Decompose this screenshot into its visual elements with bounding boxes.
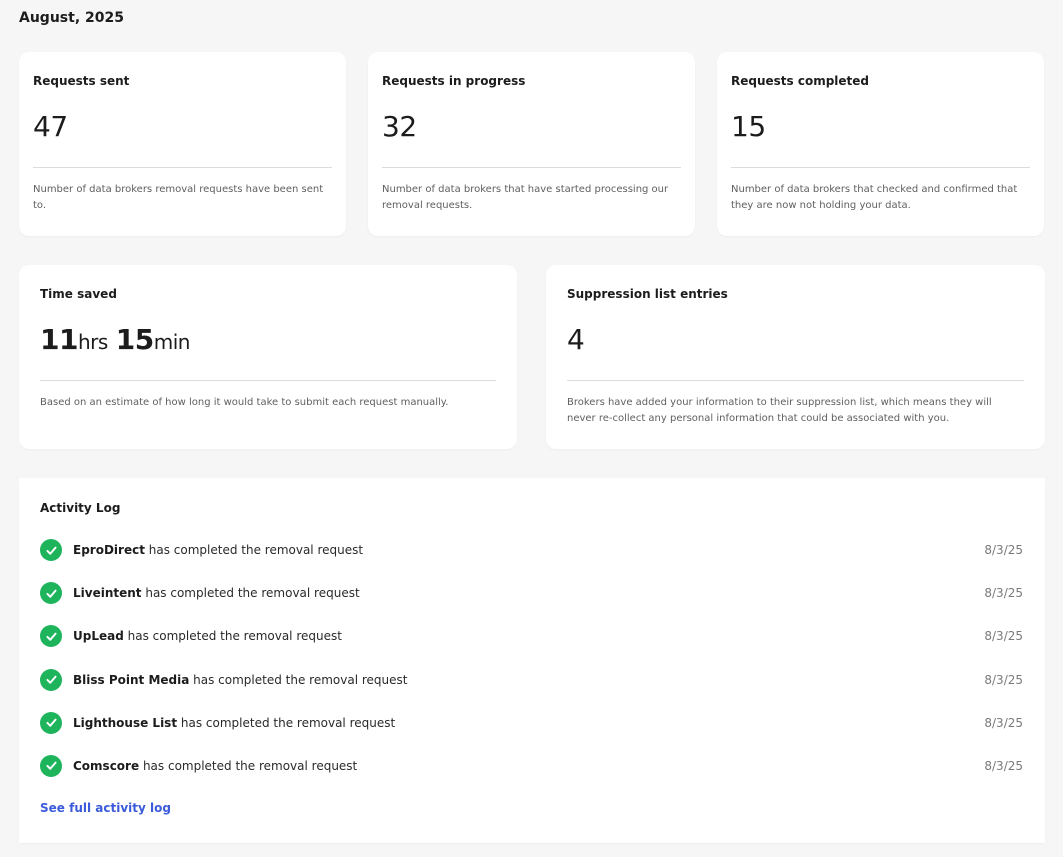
time-minutes-unit: min (153, 330, 191, 354)
activity-row: EproDirect has completed the removal req… (40, 539, 1023, 582)
activity-text: Liveintent has completed the removal req… (73, 582, 360, 604)
activity-date: 8/3/25 (984, 715, 1023, 730)
suppression-list-value: 4 (567, 323, 585, 356)
suppression-list-card: Suppression list entries 4 Brokers have … (546, 265, 1045, 449)
activity-log-card: Activity Log EproDirect has completed th… (19, 478, 1045, 843)
time-minutes: 15 (115, 323, 154, 356)
activity-list: EproDirect has completed the removal req… (40, 539, 1023, 798)
card-title: Requests completed (731, 74, 870, 88)
card-description: Based on an estimate of how long it woul… (40, 397, 449, 408)
period-title: August, 2025 (19, 10, 124, 26)
time-saved-value: 11 hrs 15 min (40, 323, 198, 356)
activity-date: 8/3/25 (984, 629, 1023, 644)
broker-name: Liveintent (73, 586, 142, 601)
check-circle-icon (40, 711, 62, 734)
card-title: Suppression list entries (567, 287, 728, 301)
check-circle-icon (40, 625, 62, 648)
activity-log-title: Activity Log (40, 501, 121, 515)
time-hours: 11 (40, 323, 78, 356)
requests-sent-card: Requests sent 47 Number of data brokers … (19, 52, 346, 236)
broker-name: UpLead (73, 629, 124, 644)
check-circle-icon (40, 539, 62, 561)
activity-row: Comscore has completed the removal reque… (40, 754, 1023, 798)
card-description: Number of data brokers removal requests … (33, 184, 324, 211)
divider (33, 167, 332, 168)
activity-message: has completed the removal request (139, 758, 358, 773)
card-title: Time saved (40, 287, 117, 301)
activity-text: Comscore has completed the removal reque… (73, 755, 357, 777)
activity-date: 8/3/25 (984, 543, 1023, 557)
broker-name: Lighthouse List (73, 715, 178, 730)
requests-completed-value: 15 (731, 110, 766, 143)
broker-name: EproDirect (73, 543, 145, 557)
activity-message: has completed the removal request (189, 672, 408, 687)
card-description: Brokers have added your information to t… (567, 397, 992, 424)
activity-row: Liveintent has completed the removal req… (40, 582, 1023, 625)
activity-text: Lighthouse List has completed the remova… (73, 712, 395, 734)
activity-text: EproDirect has completed the removal req… (73, 539, 363, 561)
see-full-activity-log-link[interactable]: See full activity log (40, 801, 171, 815)
divider (40, 380, 496, 381)
check-circle-icon (40, 582, 62, 605)
activity-row: UpLead has completed the removal request… (40, 625, 1023, 668)
check-circle-icon (40, 754, 62, 777)
divider (382, 167, 681, 168)
card-description: Number of data brokers that checked and … (731, 184, 1018, 211)
dashboard-page: August, 2025 Requests sent 47 Number of … (0, 0, 1063, 857)
check-circle-icon (40, 668, 62, 691)
activity-row: Bliss Point Media has completed the remo… (40, 668, 1023, 712)
time-hours-unit: hrs (77, 330, 108, 354)
activity-date: 8/3/25 (984, 672, 1023, 687)
requests-in-progress-card: Requests in progress 32 Number of data b… (368, 52, 695, 236)
activity-message: has completed the removal request (144, 543, 364, 557)
activity-message: has completed the removal request (141, 586, 360, 601)
activity-message: has completed the removal request (177, 715, 396, 730)
broker-name: Comscore (73, 758, 140, 773)
requests-completed-card: Requests completed 15 Number of data bro… (717, 52, 1044, 236)
card-title: Requests sent (33, 74, 130, 88)
card-description: Number of data brokers that have started… (382, 184, 669, 211)
activity-row: Lighthouse List has completed the remova… (40, 711, 1023, 755)
activity-text: UpLead has completed the removal request (73, 625, 342, 647)
activity-date: 8/3/25 (984, 586, 1023, 601)
activity-text: Bliss Point Media has completed the remo… (73, 669, 407, 691)
activity-message: has completed the removal request (123, 629, 342, 644)
broker-name: Bliss Point Media (73, 672, 190, 687)
time-saved-card: Time saved 11 hrs 15 min Based on an est… (19, 265, 517, 449)
requests-sent-value: 47 (33, 110, 68, 143)
divider (731, 167, 1030, 168)
divider (567, 380, 1024, 381)
card-title: Requests in progress (382, 74, 526, 88)
activity-date: 8/3/25 (984, 758, 1023, 773)
requests-in-progress-value: 32 (382, 110, 417, 143)
